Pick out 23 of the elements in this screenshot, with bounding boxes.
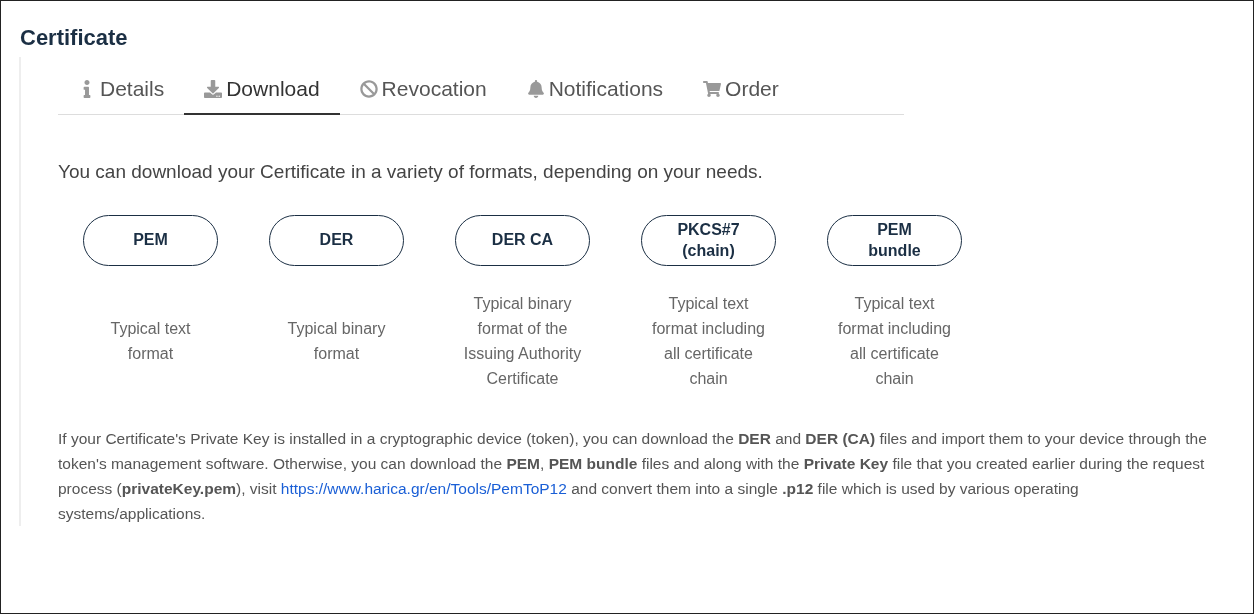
page-title: Certificate: [19, 24, 129, 52]
download-icon: [204, 80, 223, 98]
note-paragraph: If your Certificate's Private Key is installed in a cryptographic device (token), you can download the DER and DER (CA) files and import them to your device through the token's management software. Otherwise, you can download the PEM, PEM bundle files and along with the Private Key file that you created earlier during the request process (privateKey.pem), visit https://www.harica.gr/en/Tools/PemToP12 and convert them into a single .p12 file which is used by various operating systems/applications.: [58, 429, 1208, 524]
cart-icon: [703, 80, 722, 98]
format-description: Typical binary format: [286, 319, 387, 364]
tab[interactable]: Order: [683, 67, 799, 115]
format-button[interactable]: DER CA: [455, 215, 590, 266]
format-description: Typical text format including all certificate chain: [651, 294, 766, 389]
format-button[interactable]: PEM bundle: [827, 215, 962, 266]
format-button[interactable]: DER: [269, 215, 404, 266]
format-button[interactable]: PKCS#7 (chain): [641, 215, 776, 266]
ban-icon: [359, 80, 378, 98]
tab[interactable]: Download: [184, 67, 340, 115]
bell-icon: [526, 80, 545, 98]
format-description: Typical text format including all certificate chain: [837, 294, 952, 389]
format-description: Typical text format: [109, 319, 192, 364]
tab[interactable]: Revocation: [339, 67, 507, 115]
tab[interactable]: Notifications: [506, 67, 684, 115]
tab[interactable]: Details: [58, 67, 185, 115]
format-description: Typical binary format of the Issuing Authority Certificate: [463, 294, 582, 389]
intro-text: You can download your Certificate in a variety of formats, depending on your needs.: [58, 161, 764, 183]
format-button[interactable]: PEM: [83, 215, 218, 266]
converter-link[interactable]: https://www.harica.gr/en/Tools/PemToP12: [280, 480, 567, 497]
